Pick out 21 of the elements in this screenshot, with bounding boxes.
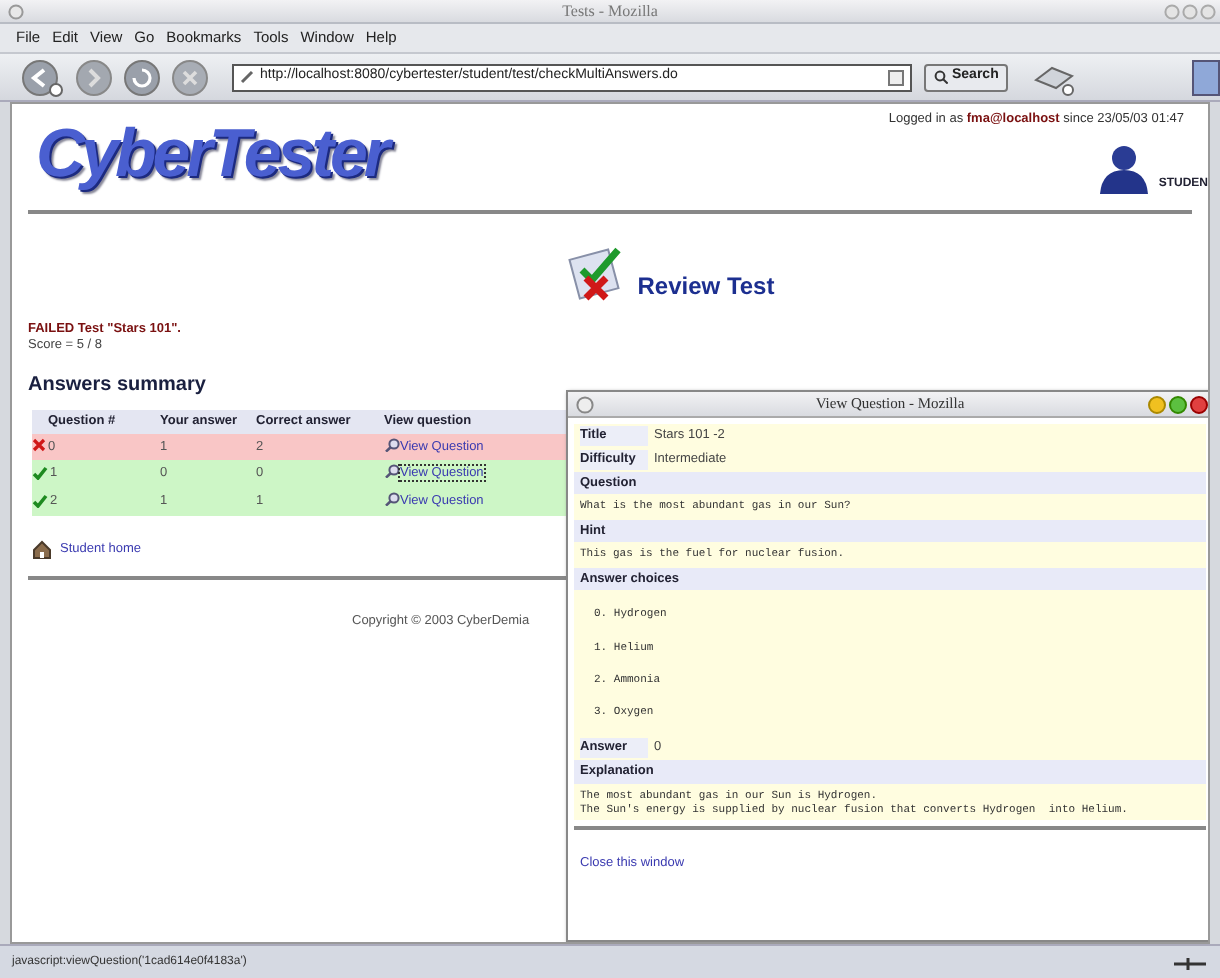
- back-button[interactable]: [20, 57, 64, 97]
- stop-button[interactable]: [172, 59, 208, 95]
- page-heading: Review Test: [637, 273, 775, 298]
- section-heading: Answers summary: [28, 371, 208, 400]
- bookmark-icon[interactable]: [888, 69, 904, 85]
- throbber-icon: [1192, 59, 1220, 95]
- window-title: Tests - Mozilla: [562, 0, 658, 23]
- user-icon: [1098, 141, 1151, 194]
- magnifier-icon[interactable]: [384, 492, 400, 506]
- window-menu-icon[interactable]: [576, 396, 594, 414]
- search-icon: [934, 70, 948, 84]
- reload-button[interactable]: [124, 59, 160, 95]
- magnifier-icon[interactable]: [384, 437, 400, 451]
- page-icon: [240, 70, 254, 84]
- window-controls-icon[interactable]: [1148, 396, 1208, 414]
- home-icon[interactable]: [32, 539, 52, 560]
- cross-icon: [32, 438, 46, 453]
- connection-icon: [1172, 953, 1208, 971]
- logo: CyberTester: [36, 120, 387, 194]
- forward-button[interactable]: [76, 59, 112, 95]
- magnifier-icon[interactable]: [384, 464, 400, 479]
